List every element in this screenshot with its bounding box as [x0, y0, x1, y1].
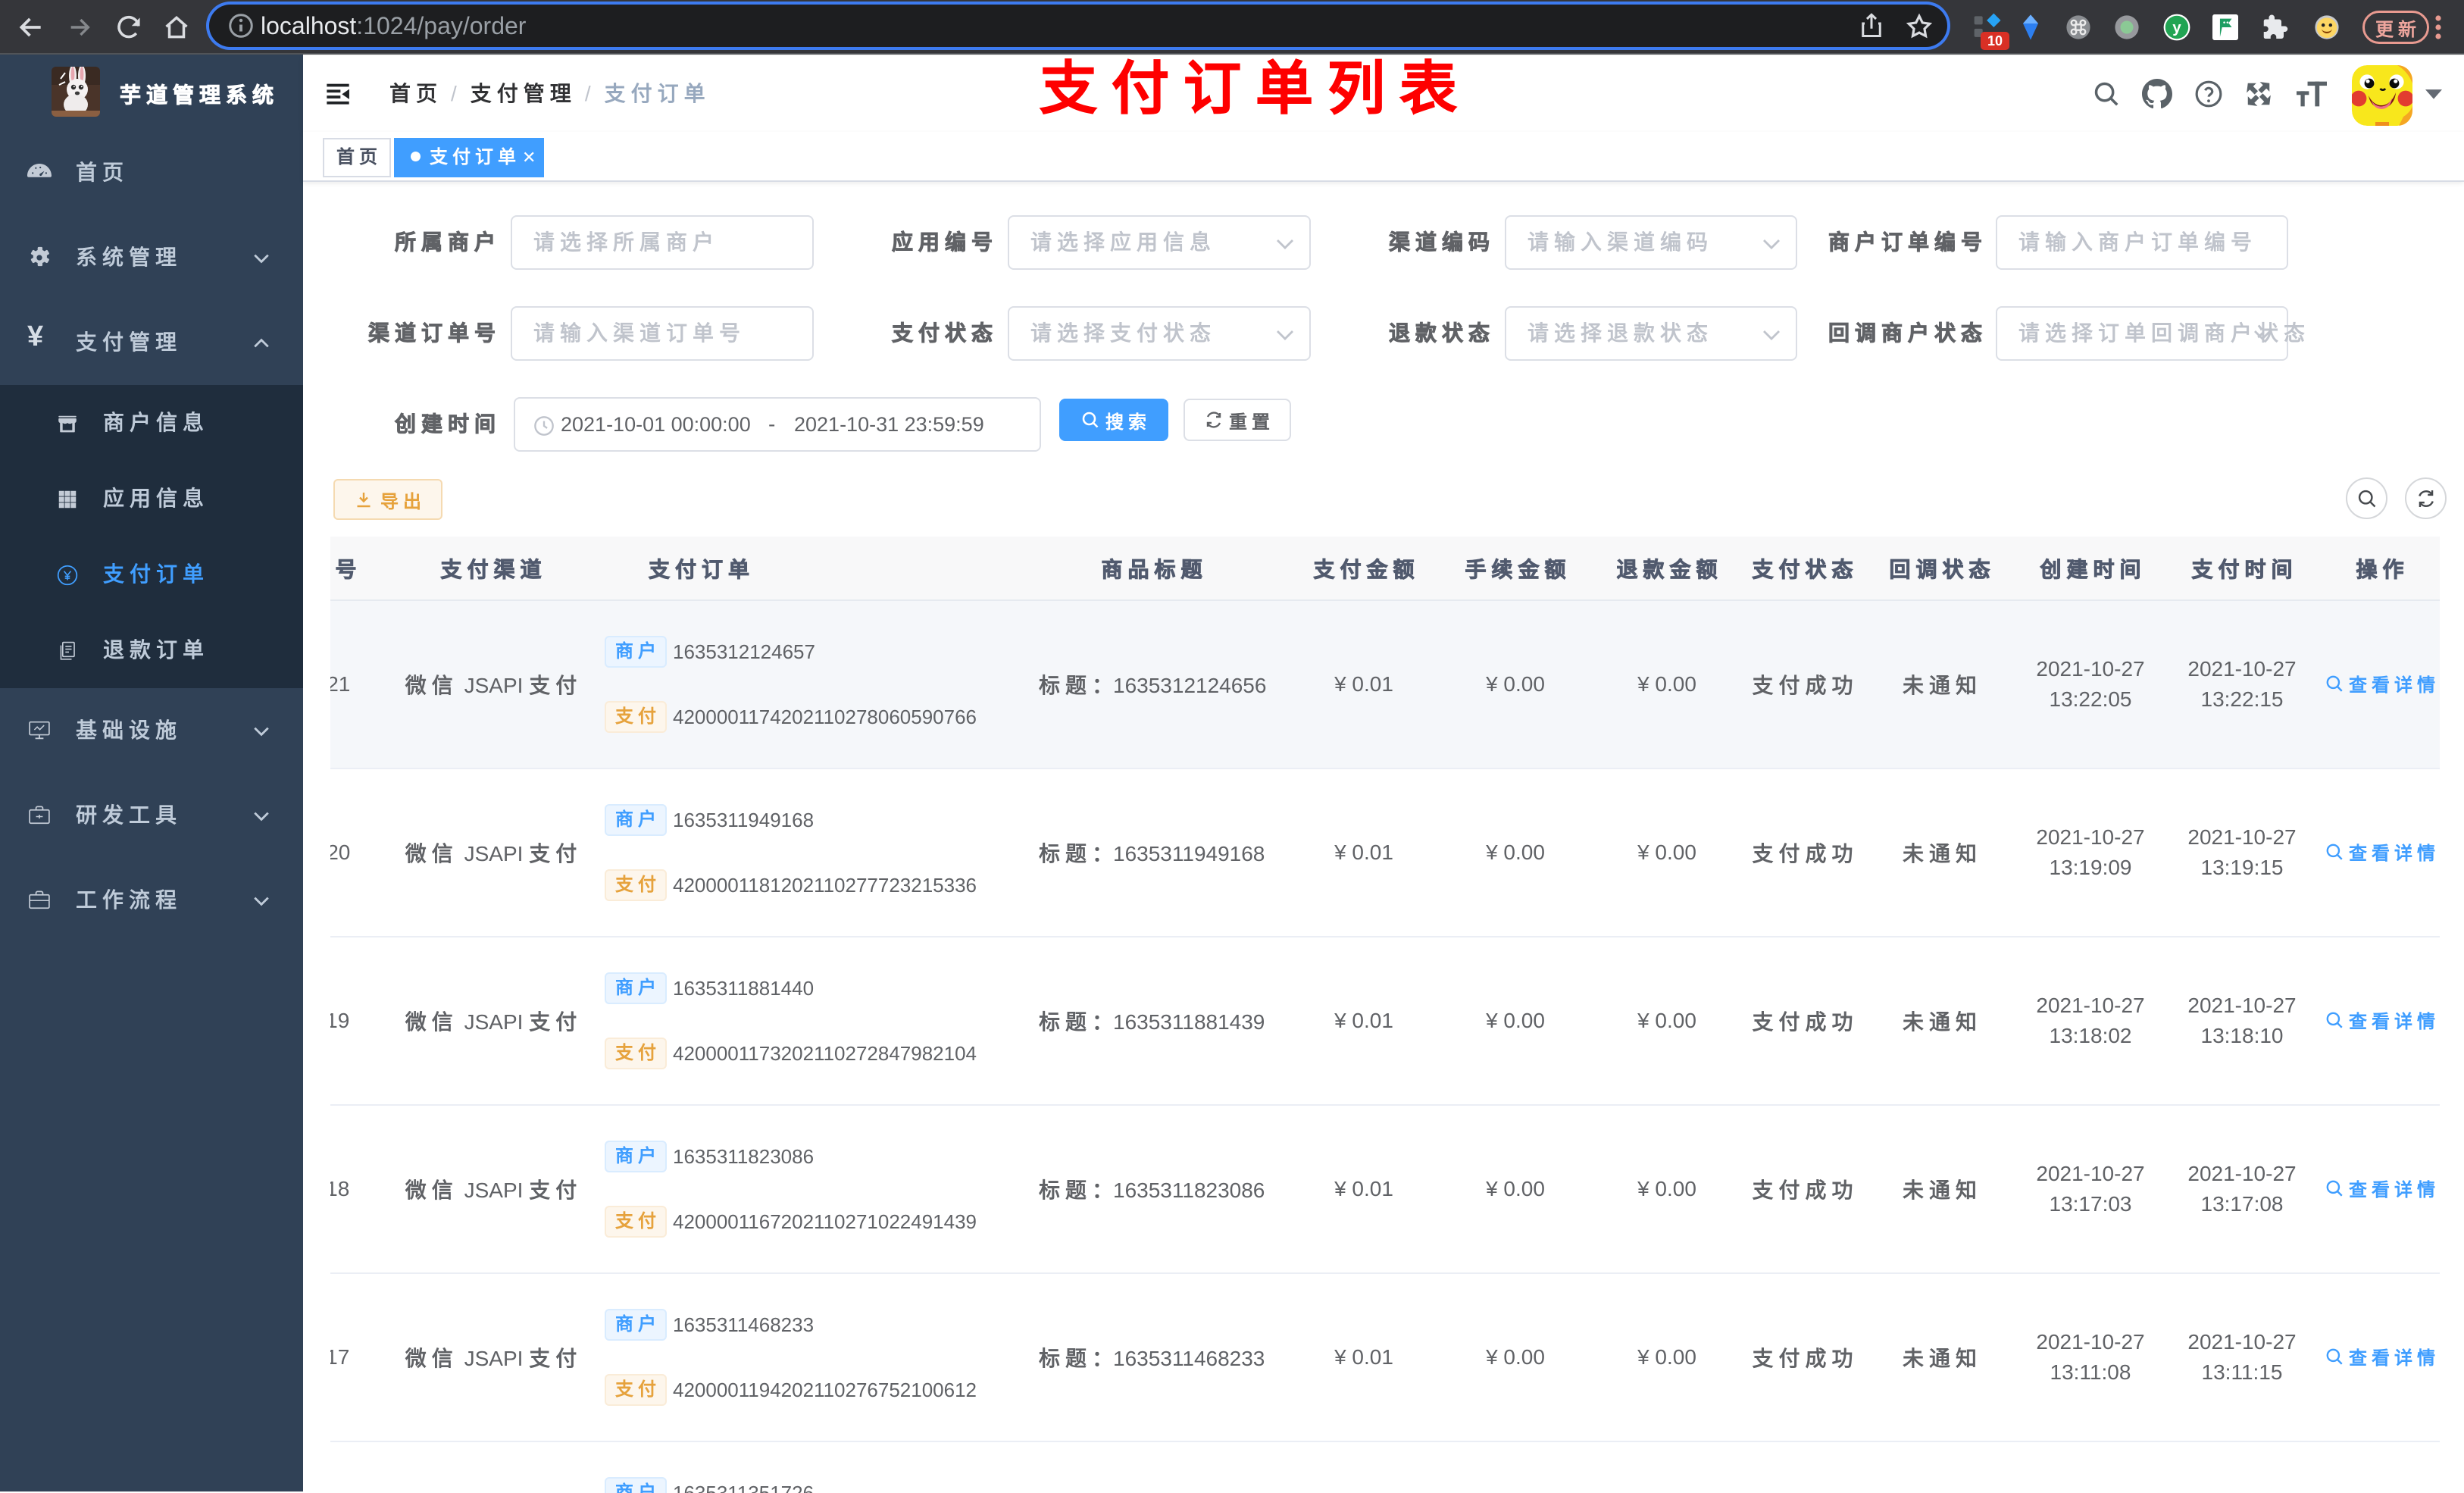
svg-text:y: y — [2172, 19, 2181, 36]
